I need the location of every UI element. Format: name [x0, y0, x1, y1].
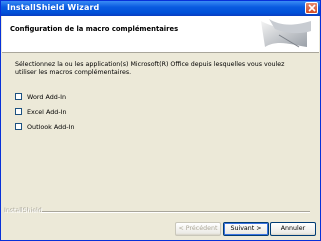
- installshield-wizard-window: InstallShield Wizard Configuration de la…: [0, 0, 321, 241]
- next-button[interactable]: Suivant >: [223, 222, 269, 236]
- wizard-header: Configuration de la macro complémentaire…: [2, 16, 319, 53]
- excel-addin-label: Excel Add-In: [27, 108, 67, 116]
- title-bar[interactable]: InstallShield Wizard: [1, 1, 320, 16]
- cancel-button[interactable]: Annuler: [270, 222, 316, 236]
- window-title: InstallShield Wizard: [7, 3, 100, 12]
- wizard-content: Sélectionnez la ou les application(s) Mi…: [15, 61, 306, 77]
- description-text: Sélectionnez la ou les application(s) Mi…: [15, 61, 285, 76]
- footer-divider: [42, 211, 310, 213]
- close-icon: [308, 4, 316, 12]
- word-addin-checkbox[interactable]: [15, 93, 22, 100]
- close-button[interactable]: [305, 2, 318, 14]
- outlook-addin-checkbox[interactable]: [15, 123, 22, 130]
- word-addin-label: Word Add-In: [27, 93, 67, 101]
- wizard-logo-icon: [261, 19, 311, 48]
- excel-addin-checkbox[interactable]: [15, 108, 22, 115]
- outlook-addin-label: Outlook Add-In: [27, 123, 75, 131]
- installshield-brand: InstallShield: [5, 208, 43, 215]
- back-button[interactable]: < Précédent: [175, 222, 221, 236]
- header-title: Configuration de la macro complémentaire…: [10, 25, 179, 33]
